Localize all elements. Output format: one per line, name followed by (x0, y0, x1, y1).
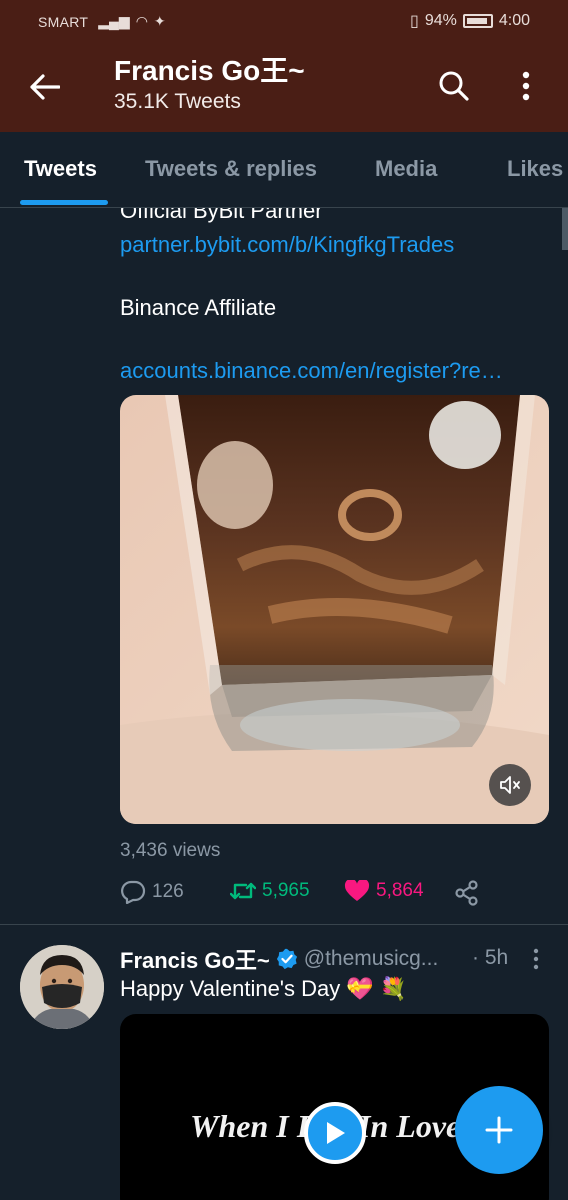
mute-button[interactable] (489, 764, 531, 806)
status-bar: SMART ▂▄▆ ◠ ✦ ▯ 94% 4:00 (0, 0, 568, 44)
retweet-icon (230, 882, 256, 900)
vibrate-icon: ▯ (410, 13, 419, 30)
verified-badge-icon (276, 948, 297, 970)
battery-percent: 94% (424, 12, 457, 29)
share-icon (455, 880, 478, 906)
bio-text-bybit: Official ByBit Partner (120, 208, 323, 223)
reply-count: 126 (152, 881, 184, 902)
back-arrow-icon (30, 74, 60, 100)
battery-icon (462, 14, 493, 28)
like-count: 5,864 (376, 880, 424, 901)
author-name[interactable]: Francis Go王~ (120, 943, 270, 975)
author-handle[interactable]: @themusicg... (304, 947, 439, 971)
video-media[interactable] (120, 395, 549, 824)
tab-likes[interactable]: Likes (507, 156, 563, 182)
retweet-count: 5,965 (262, 880, 310, 901)
like-button[interactable]: 5,864 (344, 880, 424, 902)
vertical-dots-icon (522, 71, 530, 101)
speaker-muted-icon (500, 776, 520, 794)
plus-icon (485, 1116, 513, 1144)
page-title: Francis Go王~ (114, 55, 305, 86)
search-icon (439, 71, 469, 101)
bybit-link[interactable]: partner.bybit.com/b/KingfkgTrades (120, 232, 454, 258)
wifi-icon: ◠ (135, 13, 148, 29)
clock: 4:00 (498, 12, 530, 29)
tweet-text: Happy Valentine's Day 💝 💐 (120, 976, 408, 1001)
tweet-divider (0, 924, 568, 925)
tweet-feed[interactable]: Official ByBit Partner partner.bybit.com… (0, 208, 568, 1200)
iced-coffee-image (120, 395, 549, 824)
carrier-label: SMART (38, 13, 89, 30)
back-button[interactable] (22, 64, 68, 110)
reply-icon (121, 880, 146, 904)
scrollbar[interactable] (562, 208, 568, 250)
profile-photo (20, 945, 104, 1029)
tweet-more-icon[interactable] (530, 948, 542, 970)
twitter-notification-icon: ✦ (153, 13, 166, 29)
active-tab-indicator (20, 200, 108, 205)
heart-icon (344, 880, 370, 901)
retweet-button[interactable]: 5,965 (230, 880, 310, 902)
search-button[interactable] (432, 64, 476, 108)
tweet-actions: 126 5,965 5,864 (120, 880, 550, 910)
reply-button[interactable]: 126 (120, 880, 184, 904)
binance-link[interactable]: accounts.binance.com/en/register?re… (120, 358, 503, 384)
view-count: 3,436 views (120, 840, 221, 861)
tab-tweets-replies[interactable]: Tweets & replies (145, 156, 317, 182)
play-button[interactable] (304, 1102, 366, 1164)
share-button[interactable] (454, 880, 480, 906)
profile-header: Francis Go王~ 35.1K Tweets (0, 44, 568, 132)
tweet-time[interactable]: · 5h (472, 946, 508, 970)
play-icon (327, 1122, 345, 1144)
tweet-count: 35.1K Tweets (114, 90, 241, 113)
more-options-button[interactable] (506, 64, 546, 108)
avatar[interactable] (20, 945, 104, 1029)
compose-tweet-button[interactable] (455, 1086, 543, 1174)
bio-text-binance: Binance Affiliate (120, 295, 277, 320)
signal-icon: ▂▄▆ (98, 13, 130, 29)
tab-tweets[interactable]: Tweets (24, 156, 97, 182)
profile-tabs: Tweets Tweets & replies Media Likes (0, 132, 568, 208)
tab-media[interactable]: Media (375, 156, 437, 182)
tweet-header: Francis Go王~ @themusicg... · 5h (120, 944, 550, 974)
